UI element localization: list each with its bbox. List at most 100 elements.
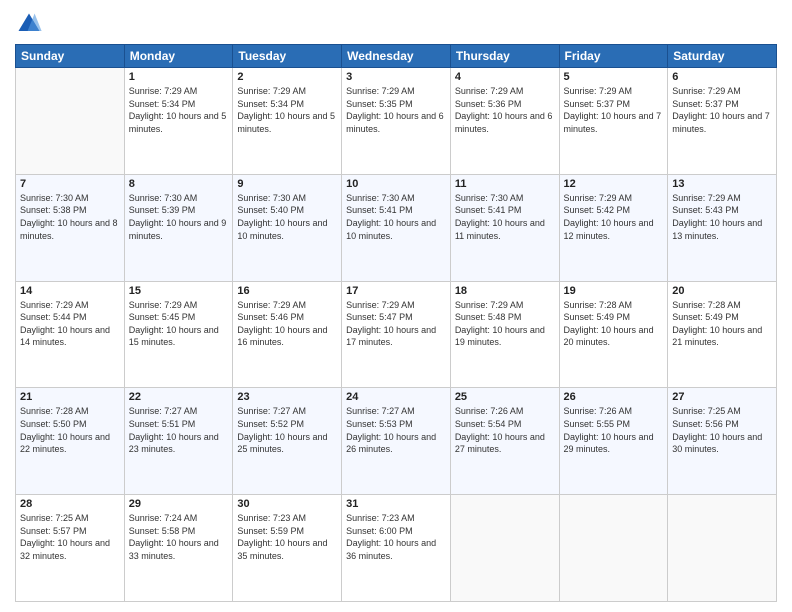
day-number: 31 xyxy=(346,498,446,510)
day-number: 24 xyxy=(346,391,446,403)
day-number: 21 xyxy=(20,391,120,403)
calendar-cell: 24 Sunrise: 7:27 AMSunset: 5:53 PMDayligh… xyxy=(342,388,451,495)
day-info: Sunrise: 7:23 AMSunset: 5:59 PMDaylight:… xyxy=(237,512,337,562)
day-info: Sunrise: 7:29 AMSunset: 5:47 PMDaylight:… xyxy=(346,299,446,349)
day-info: Sunrise: 7:30 AMSunset: 5:38 PMDaylight:… xyxy=(20,192,120,242)
calendar-cell: 26 Sunrise: 7:26 AMSunset: 5:55 PMDayligh… xyxy=(559,388,668,495)
day-info: Sunrise: 7:28 AMSunset: 5:50 PMDaylight:… xyxy=(20,405,120,455)
calendar-cell: 14Sunrise: 7:29 AMSunset: 5:44 PMDayligh… xyxy=(16,281,125,388)
day-info: Sunrise: 7:27 AMSunset: 5:51 PMDaylight:… xyxy=(129,405,229,455)
day-number: 19 xyxy=(564,285,664,297)
calendar-cell: 7 Sunrise: 7:30 AMSunset: 5:38 PMDaylight… xyxy=(16,174,125,281)
day-info: Sunrise: 7:29 AMSunset: 5:44 PMDaylight:… xyxy=(20,299,120,349)
calendar-header-tuesday: Tuesday xyxy=(233,45,342,68)
calendar-cell: 2 Sunrise: 7:29 AMSunset: 5:34 PMDaylight… xyxy=(233,68,342,175)
calendar-week-row: 21 Sunrise: 7:28 AMSunset: 5:50 PMDayligh… xyxy=(16,388,777,495)
day-number: 7 xyxy=(20,178,120,190)
day-info: Sunrise: 7:29 AMSunset: 5:37 PMDaylight:… xyxy=(564,85,664,135)
day-info: Sunrise: 7:29 AMSunset: 5:48 PMDaylight:… xyxy=(455,299,555,349)
calendar-cell: 15 Sunrise: 7:29 AMSunset: 5:45 PMDayligh… xyxy=(124,281,233,388)
day-number: 25 xyxy=(455,391,555,403)
calendar-cell: 21 Sunrise: 7:28 AMSunset: 5:50 PMDayligh… xyxy=(16,388,125,495)
calendar-cell: 11 Sunrise: 7:30 AMSunset: 5:41 PMDayligh… xyxy=(450,174,559,281)
day-number: 15 xyxy=(129,285,229,297)
day-info: Sunrise: 7:27 AMSunset: 5:52 PMDaylight:… xyxy=(237,405,337,455)
calendar-cell xyxy=(450,495,559,602)
calendar-cell: 17 Sunrise: 7:29 AMSunset: 5:47 PMDayligh… xyxy=(342,281,451,388)
day-number: 16 xyxy=(237,285,337,297)
calendar-cell: 12 Sunrise: 7:29 AMSunset: 5:42 PMDayligh… xyxy=(559,174,668,281)
day-info: Sunrise: 7:29 AMSunset: 5:42 PMDaylight:… xyxy=(564,192,664,242)
calendar-header-thursday: Thursday xyxy=(450,45,559,68)
calendar-header-wednesday: Wednesday xyxy=(342,45,451,68)
day-number: 2 xyxy=(237,71,337,83)
calendar-header-friday: Friday xyxy=(559,45,668,68)
day-info: Sunrise: 7:30 AMSunset: 5:39 PMDaylight:… xyxy=(129,192,229,242)
day-number: 27 xyxy=(672,391,772,403)
day-number: 9 xyxy=(237,178,337,190)
calendar-cell: 18Sunrise: 7:29 AMSunset: 5:48 PMDayligh… xyxy=(450,281,559,388)
calendar-header-row: SundayMondayTuesdayWednesdayThursdayFrid… xyxy=(16,45,777,68)
calendar-cell: 13 Sunrise: 7:29 AMSunset: 5:43 PMDayligh… xyxy=(668,174,777,281)
calendar-header-sunday: Sunday xyxy=(16,45,125,68)
day-number: 3 xyxy=(346,71,446,83)
day-number: 6 xyxy=(672,71,772,83)
calendar-cell: 8 Sunrise: 7:30 AMSunset: 5:39 PMDaylight… xyxy=(124,174,233,281)
calendar-cell: 25Sunrise: 7:26 AMSunset: 5:54 PMDayligh… xyxy=(450,388,559,495)
calendar-cell: 30 Sunrise: 7:23 AMSunset: 5:59 PMDayligh… xyxy=(233,495,342,602)
calendar-week-row: 14Sunrise: 7:29 AMSunset: 5:44 PMDayligh… xyxy=(16,281,777,388)
calendar-week-row: 7 Sunrise: 7:30 AMSunset: 5:38 PMDaylight… xyxy=(16,174,777,281)
day-info: Sunrise: 7:30 AMSunset: 5:41 PMDaylight:… xyxy=(455,192,555,242)
day-number: 17 xyxy=(346,285,446,297)
day-info: Sunrise: 7:27 AMSunset: 5:53 PMDaylight:… xyxy=(346,405,446,455)
day-info: Sunrise: 7:28 AMSunset: 5:49 PMDaylight:… xyxy=(564,299,664,349)
day-number: 30 xyxy=(237,498,337,510)
logo-icon xyxy=(15,10,43,38)
day-info: Sunrise: 7:25 AMSunset: 5:56 PMDaylight:… xyxy=(672,405,772,455)
header xyxy=(15,10,777,38)
day-number: 23 xyxy=(237,391,337,403)
day-number: 12 xyxy=(564,178,664,190)
day-number: 22 xyxy=(129,391,229,403)
day-number: 26 xyxy=(564,391,664,403)
calendar-cell: 20 Sunrise: 7:28 AMSunset: 5:49 PMDayligh… xyxy=(668,281,777,388)
calendar-cell: 28 Sunrise: 7:25 AMSunset: 5:57 PMDayligh… xyxy=(16,495,125,602)
calendar-cell xyxy=(16,68,125,175)
page: SundayMondayTuesdayWednesdayThursdayFrid… xyxy=(0,0,792,612)
calendar-cell: 19 Sunrise: 7:28 AMSunset: 5:49 PMDayligh… xyxy=(559,281,668,388)
calendar-cell xyxy=(668,495,777,602)
day-number: 29 xyxy=(129,498,229,510)
day-info: Sunrise: 7:29 AMSunset: 5:36 PMDaylight:… xyxy=(455,85,555,135)
calendar-cell: 1Sunrise: 7:29 AMSunset: 5:34 PMDaylight… xyxy=(124,68,233,175)
calendar-cell xyxy=(559,495,668,602)
day-number: 8 xyxy=(129,178,229,190)
day-info: Sunrise: 7:29 AMSunset: 5:43 PMDaylight:… xyxy=(672,192,772,242)
day-number: 5 xyxy=(564,71,664,83)
day-info: Sunrise: 7:29 AMSunset: 5:46 PMDaylight:… xyxy=(237,299,337,349)
day-number: 4 xyxy=(455,71,555,83)
calendar-cell: 10 Sunrise: 7:30 AMSunset: 5:41 PMDayligh… xyxy=(342,174,451,281)
day-info: Sunrise: 7:26 AMSunset: 5:55 PMDaylight:… xyxy=(564,405,664,455)
day-info: Sunrise: 7:23 AMSunset: 6:00 PMDaylight:… xyxy=(346,512,446,562)
day-info: Sunrise: 7:28 AMSunset: 5:49 PMDaylight:… xyxy=(672,299,772,349)
day-number: 10 xyxy=(346,178,446,190)
day-info: Sunrise: 7:29 AMSunset: 5:34 PMDaylight:… xyxy=(237,85,337,135)
calendar-cell: 22 Sunrise: 7:27 AMSunset: 5:51 PMDayligh… xyxy=(124,388,233,495)
day-info: Sunrise: 7:30 AMSunset: 5:40 PMDaylight:… xyxy=(237,192,337,242)
calendar-cell: 16 Sunrise: 7:29 AMSunset: 5:46 PMDayligh… xyxy=(233,281,342,388)
day-info: Sunrise: 7:24 AMSunset: 5:58 PMDaylight:… xyxy=(129,512,229,562)
day-number: 13 xyxy=(672,178,772,190)
day-info: Sunrise: 7:25 AMSunset: 5:57 PMDaylight:… xyxy=(20,512,120,562)
day-info: Sunrise: 7:29 AMSunset: 5:35 PMDaylight:… xyxy=(346,85,446,135)
day-number: 11 xyxy=(455,178,555,190)
calendar-header-monday: Monday xyxy=(124,45,233,68)
day-number: 20 xyxy=(672,285,772,297)
calendar-header-saturday: Saturday xyxy=(668,45,777,68)
day-info: Sunrise: 7:30 AMSunset: 5:41 PMDaylight:… xyxy=(346,192,446,242)
calendar-cell: 27 Sunrise: 7:25 AMSunset: 5:56 PMDayligh… xyxy=(668,388,777,495)
calendar-week-row: 1Sunrise: 7:29 AMSunset: 5:34 PMDaylight… xyxy=(16,68,777,175)
day-number: 28 xyxy=(20,498,120,510)
calendar-cell: 31 Sunrise: 7:23 AMSunset: 6:00 PMDayligh… xyxy=(342,495,451,602)
day-info: Sunrise: 7:29 AMSunset: 5:34 PMDaylight:… xyxy=(129,85,229,135)
day-info: Sunrise: 7:29 AMSunset: 5:45 PMDaylight:… xyxy=(129,299,229,349)
